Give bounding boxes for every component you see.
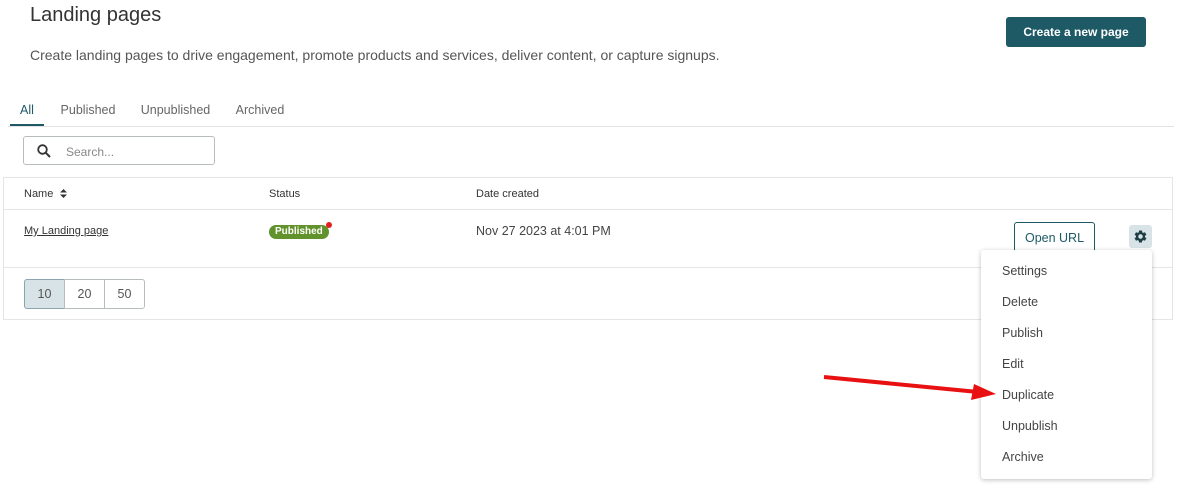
row-actions-menu: Settings Delete Publish Edit Duplicate U… — [981, 250, 1152, 479]
status-badge: Published — [269, 222, 332, 239]
search-icon — [37, 144, 51, 158]
menu-item-duplicate[interactable]: Duplicate — [1002, 388, 1054, 402]
tab-published[interactable]: Published — [58, 96, 118, 124]
menu-item-settings[interactable]: Settings — [1002, 264, 1047, 278]
notification-dot — [325, 222, 332, 228]
search-box — [23, 136, 215, 165]
annotation-arrow — [823, 375, 996, 400]
date-created: Nov 27 2023 at 4:01 PM — [476, 224, 611, 238]
page-size-selector: 10 20 50 — [24, 279, 145, 309]
gear-icon — [1134, 230, 1147, 243]
page-size-10[interactable]: 10 — [24, 279, 65, 309]
column-header-name[interactable]: Name — [24, 178, 68, 209]
menu-item-delete[interactable]: Delete — [1002, 295, 1038, 309]
page-subtitle: Create landing pages to drive engagement… — [30, 47, 720, 63]
column-name-label: Name — [24, 187, 54, 200]
tab-archived[interactable]: Archived — [232, 96, 288, 124]
menu-item-unpublish[interactable]: Unpublish — [1002, 419, 1058, 433]
tab-unpublished[interactable]: Unpublished — [138, 96, 213, 124]
create-page-button[interactable]: Create a new page — [1006, 17, 1146, 47]
tab-all[interactable]: All — [10, 96, 44, 126]
page-size-20[interactable]: 20 — [64, 279, 105, 309]
status-badge-label: Published — [275, 226, 323, 237]
table-header: Name Status Date created — [4, 178, 1172, 210]
page-size-50[interactable]: 50 — [104, 279, 145, 309]
menu-item-archive[interactable]: Archive — [1002, 450, 1044, 464]
open-url-button[interactable]: Open URL — [1014, 222, 1095, 253]
search-input[interactable] — [64, 140, 213, 163]
row-actions-button[interactable] — [1129, 225, 1152, 248]
column-header-status: Status — [269, 187, 301, 200]
menu-item-edit[interactable]: Edit — [1002, 357, 1024, 371]
sort-icon[interactable] — [60, 189, 68, 198]
menu-item-publish[interactable]: Publish — [1002, 326, 1043, 340]
page-title: Landing pages — [30, 4, 162, 26]
filter-tabs: All Published Unpublished Archived — [8, 96, 1174, 127]
landing-page-link[interactable]: My Landing page — [24, 225, 108, 237]
column-header-date: Date created — [476, 187, 539, 200]
